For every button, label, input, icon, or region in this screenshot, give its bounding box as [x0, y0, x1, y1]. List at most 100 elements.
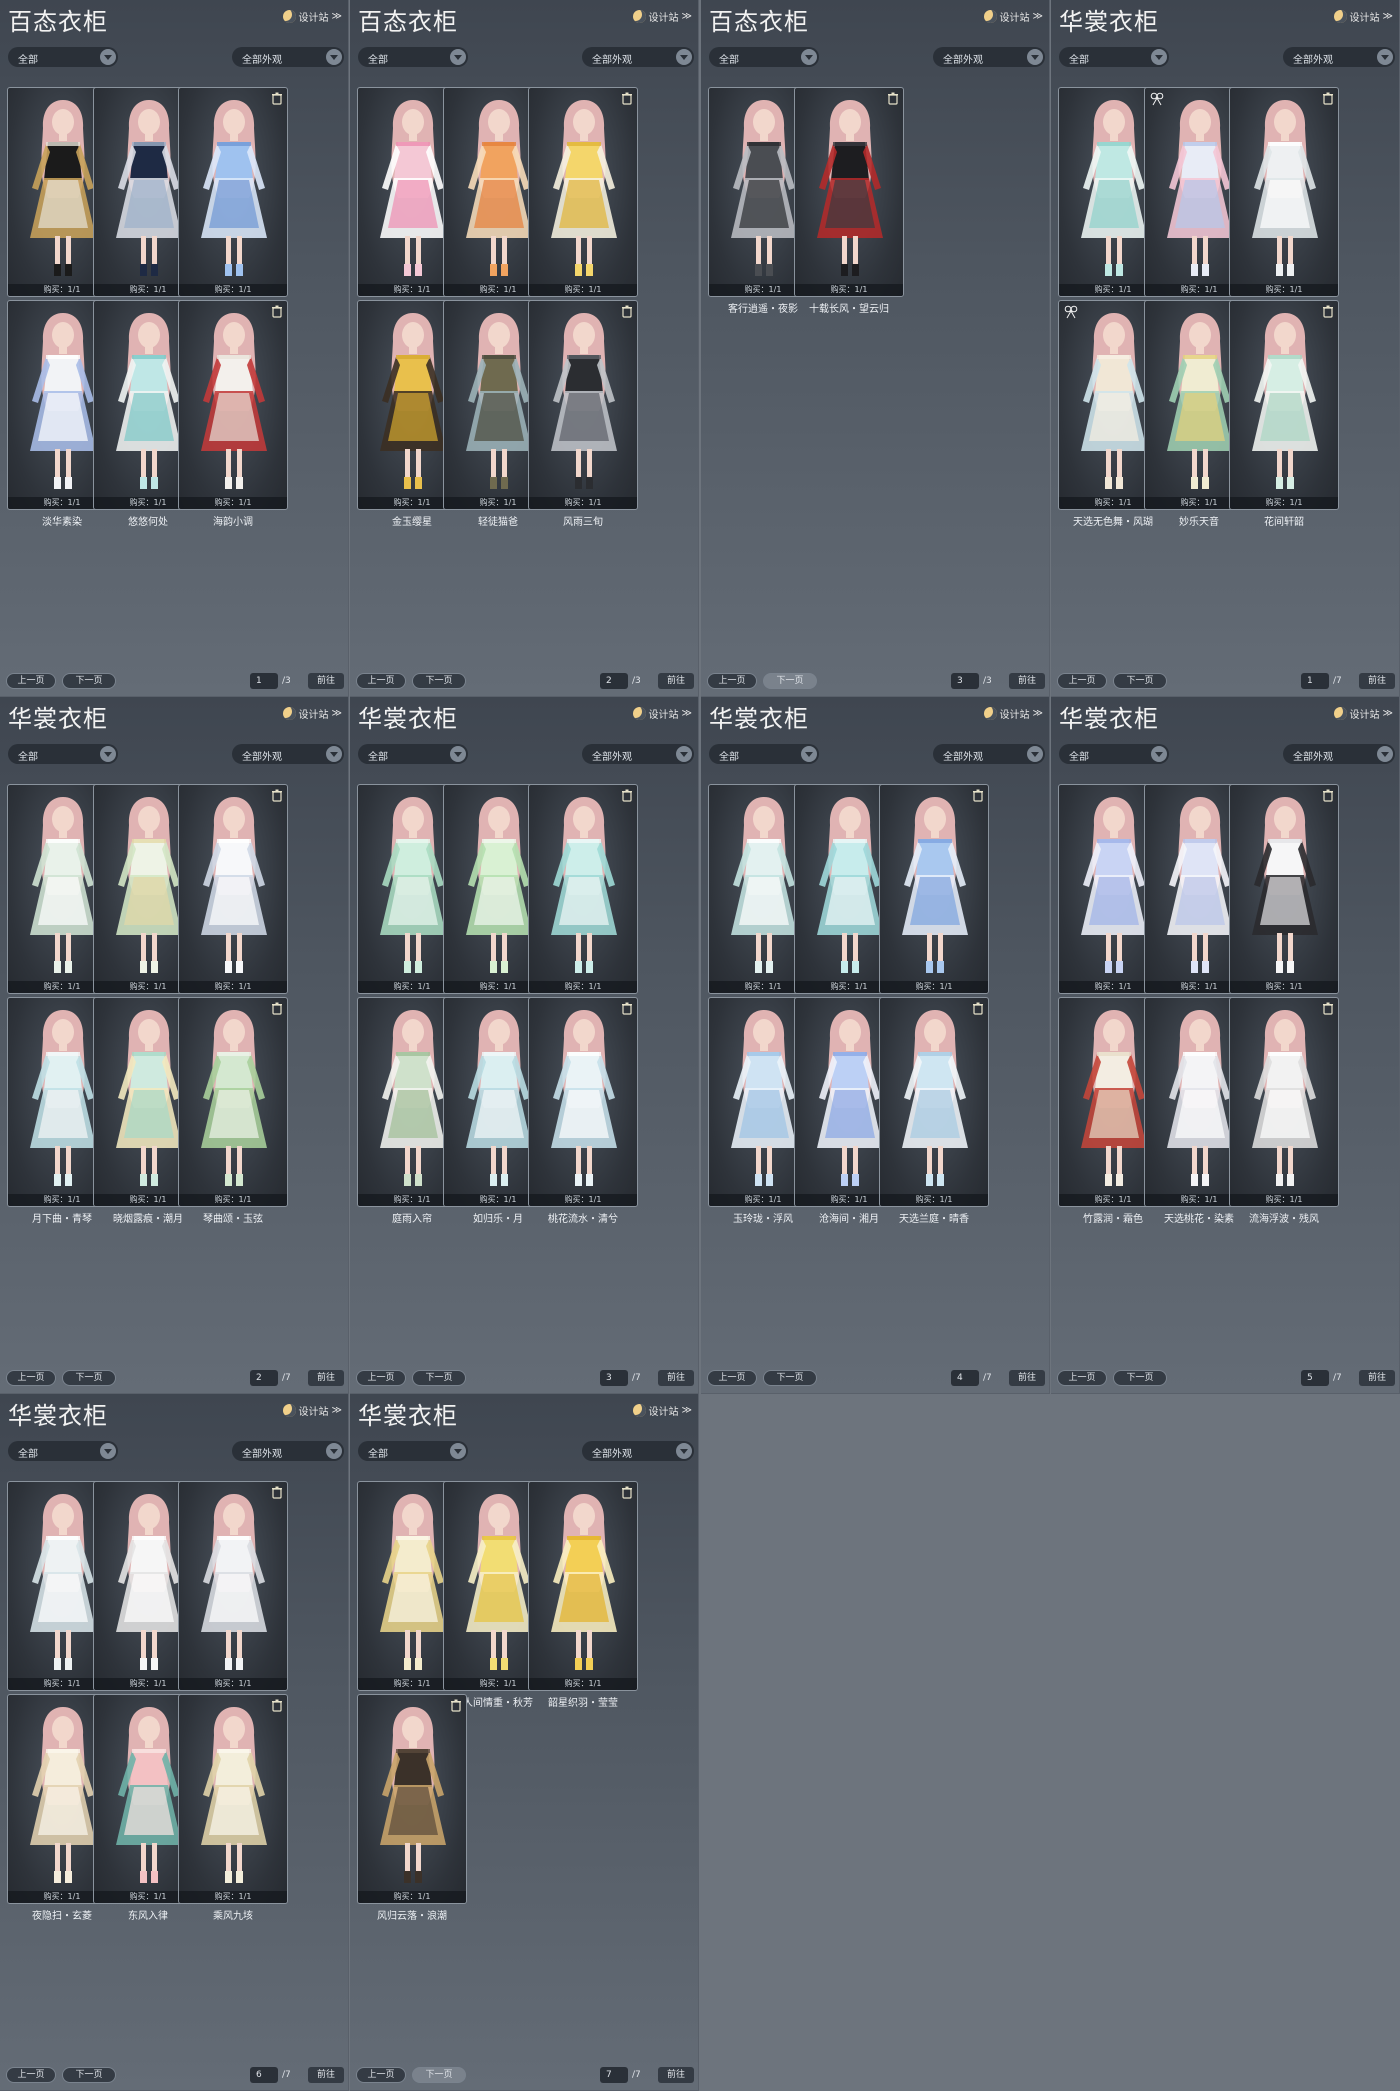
- prev-page-button[interactable]: 上一页: [1057, 1370, 1107, 1386]
- next-page-button[interactable]: 下一页: [412, 2067, 466, 2083]
- outfit-card[interactable]: 购买：1/1: [178, 1481, 288, 1691]
- next-page-button[interactable]: 下一页: [763, 1370, 817, 1386]
- next-page-button[interactable]: 下一页: [1113, 673, 1167, 689]
- go-to-page-button[interactable]: 前往: [308, 673, 344, 689]
- outfit-card[interactable]: 购买：1/1: [178, 997, 288, 1207]
- category-dropdown[interactable]: 全部: [709, 744, 819, 764]
- page-number-input[interactable]: 3: [600, 1370, 628, 1386]
- page-number-input[interactable]: 1: [250, 673, 278, 689]
- designer-station-link[interactable]: 设计站 ≫: [983, 706, 1043, 721]
- appearance-dropdown[interactable]: 全部外观: [232, 47, 344, 67]
- prev-page-button[interactable]: 上一页: [6, 1370, 56, 1386]
- next-page-button[interactable]: 下一页: [62, 673, 116, 689]
- page-number-input[interactable]: 3: [951, 673, 979, 689]
- trash-icon[interactable]: [621, 1486, 633, 1499]
- appearance-dropdown[interactable]: 全部外观: [933, 744, 1045, 764]
- go-to-page-button[interactable]: 前往: [308, 2067, 344, 2083]
- go-to-page-button[interactable]: 前往: [308, 1370, 344, 1386]
- appearance-dropdown[interactable]: 全部外观: [582, 744, 694, 764]
- outfit-card[interactable]: 购买：1/1: [528, 997, 638, 1207]
- designer-station-link[interactable]: 设计站 ≫: [983, 9, 1043, 24]
- next-page-button[interactable]: 下一页: [412, 673, 466, 689]
- appearance-dropdown[interactable]: 全部外观: [232, 1441, 344, 1461]
- outfit-card[interactable]: 购买：1/1: [1229, 784, 1339, 994]
- designer-station-link[interactable]: 设计站 ≫: [282, 706, 342, 721]
- outfit-card[interactable]: 购买：1/1: [794, 87, 904, 297]
- trash-icon[interactable]: [887, 92, 899, 105]
- go-to-page-button[interactable]: 前往: [1359, 673, 1395, 689]
- trash-icon[interactable]: [621, 1002, 633, 1015]
- outfit-card[interactable]: 购买：1/1: [178, 1694, 288, 1904]
- outfit-card[interactable]: 购买：1/1: [1229, 300, 1339, 510]
- page-number-input[interactable]: 7: [600, 2067, 628, 2083]
- prev-page-button[interactable]: 上一页: [707, 1370, 757, 1386]
- prev-page-button[interactable]: 上一页: [6, 2067, 56, 2083]
- outfit-card[interactable]: 购买：1/1: [528, 1481, 638, 1691]
- designer-station-link[interactable]: 设计站 ≫: [1333, 706, 1393, 721]
- appearance-dropdown[interactable]: 全部外观: [1283, 47, 1395, 67]
- outfit-card[interactable]: 购买：1/1: [1229, 997, 1339, 1207]
- trash-icon[interactable]: [271, 1699, 283, 1712]
- designer-station-link[interactable]: 设计站 ≫: [632, 706, 692, 721]
- next-page-button[interactable]: 下一页: [412, 1370, 466, 1386]
- outfit-card[interactable]: 购买：1/1: [357, 1694, 467, 1904]
- page-number-input[interactable]: 1: [1301, 673, 1329, 689]
- trash-icon[interactable]: [1322, 305, 1334, 318]
- category-dropdown[interactable]: 全部: [1059, 47, 1169, 67]
- go-to-page-button[interactable]: 前往: [1009, 1370, 1045, 1386]
- trash-icon[interactable]: [1322, 92, 1334, 105]
- designer-station-link[interactable]: 设计站 ≫: [632, 9, 692, 24]
- trash-icon[interactable]: [271, 92, 283, 105]
- page-number-input[interactable]: 2: [600, 673, 628, 689]
- trash-icon[interactable]: [271, 1002, 283, 1015]
- page-number-input[interactable]: 5: [1301, 1370, 1329, 1386]
- trash-icon[interactable]: [972, 1002, 984, 1015]
- trash-icon[interactable]: [1322, 789, 1334, 802]
- appearance-dropdown[interactable]: 全部外观: [582, 47, 694, 67]
- appearance-dropdown[interactable]: 全部外观: [232, 744, 344, 764]
- trash-icon[interactable]: [1322, 1002, 1334, 1015]
- prev-page-button[interactable]: 上一页: [1057, 673, 1107, 689]
- category-dropdown[interactable]: 全部: [8, 1441, 118, 1461]
- prev-page-button[interactable]: 上一页: [707, 673, 757, 689]
- outfit-card[interactable]: 购买：1/1: [1229, 87, 1339, 297]
- designer-station-link[interactable]: 设计站 ≫: [632, 1403, 692, 1418]
- outfit-card[interactable]: 购买：1/1: [178, 784, 288, 994]
- category-dropdown[interactable]: 全部: [1059, 744, 1169, 764]
- next-page-button[interactable]: 下一页: [763, 673, 817, 689]
- next-page-button[interactable]: 下一页: [1113, 1370, 1167, 1386]
- category-dropdown[interactable]: 全部: [8, 744, 118, 764]
- trash-icon[interactable]: [271, 305, 283, 318]
- appearance-dropdown[interactable]: 全部外观: [582, 1441, 694, 1461]
- category-dropdown[interactable]: 全部: [709, 47, 819, 67]
- prev-page-button[interactable]: 上一页: [6, 673, 56, 689]
- prev-page-button[interactable]: 上一页: [356, 2067, 406, 2083]
- category-dropdown[interactable]: 全部: [358, 1441, 468, 1461]
- go-to-page-button[interactable]: 前往: [658, 1370, 694, 1386]
- page-number-input[interactable]: 2: [250, 1370, 278, 1386]
- category-dropdown[interactable]: 全部: [358, 744, 468, 764]
- outfit-card[interactable]: 购买：1/1: [528, 300, 638, 510]
- outfit-card[interactable]: 购买：1/1: [879, 784, 989, 994]
- designer-station-link[interactable]: 设计站 ≫: [1333, 9, 1393, 24]
- next-page-button[interactable]: 下一页: [62, 2067, 116, 2083]
- outfit-card[interactable]: 购买：1/1: [528, 784, 638, 994]
- go-to-page-button[interactable]: 前往: [1359, 1370, 1395, 1386]
- page-number-input[interactable]: 4: [951, 1370, 979, 1386]
- trash-icon[interactable]: [271, 789, 283, 802]
- trash-icon[interactable]: [271, 1486, 283, 1499]
- designer-station-link[interactable]: 设计站 ≫: [282, 1403, 342, 1418]
- prev-page-button[interactable]: 上一页: [356, 1370, 406, 1386]
- category-dropdown[interactable]: 全部: [358, 47, 468, 67]
- trash-icon[interactable]: [621, 305, 633, 318]
- trash-icon[interactable]: [972, 789, 984, 802]
- outfit-card[interactable]: 购买：1/1: [528, 87, 638, 297]
- next-page-button[interactable]: 下一页: [62, 1370, 116, 1386]
- trash-icon[interactable]: [621, 789, 633, 802]
- trash-icon[interactable]: [450, 1699, 462, 1712]
- go-to-page-button[interactable]: 前往: [1009, 673, 1045, 689]
- appearance-dropdown[interactable]: 全部外观: [1283, 744, 1395, 764]
- trash-icon[interactable]: [621, 92, 633, 105]
- outfit-card[interactable]: 购买：1/1: [879, 997, 989, 1207]
- prev-page-button[interactable]: 上一页: [356, 673, 406, 689]
